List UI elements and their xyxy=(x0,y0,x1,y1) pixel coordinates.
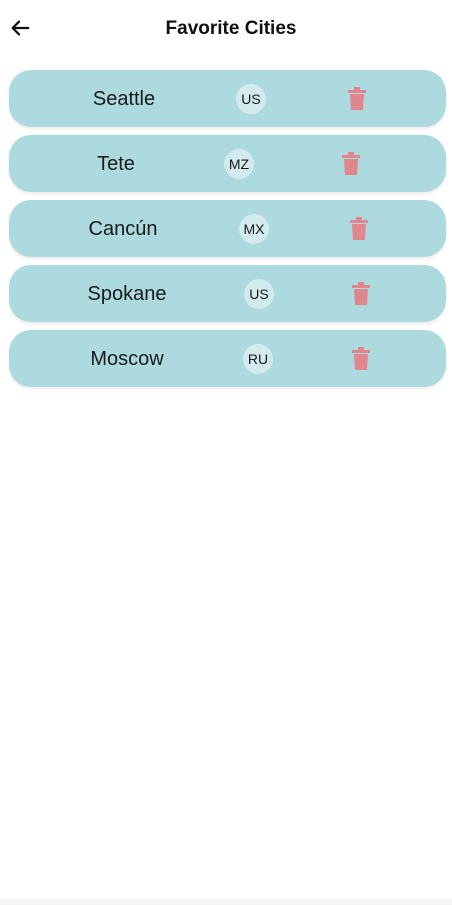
city-card[interactable]: Tete MZ xyxy=(9,135,446,192)
delete-button[interactable] xyxy=(347,87,367,111)
city-card[interactable]: Moscow RU xyxy=(9,330,446,387)
country-code-badge: US xyxy=(244,279,274,309)
bottom-edge xyxy=(0,899,452,905)
city-name: Seattle xyxy=(92,88,156,110)
app-header: Favorite Cities xyxy=(0,0,452,60)
trash-icon xyxy=(352,282,370,305)
country-code-badge: RU xyxy=(243,344,273,374)
delete-button[interactable] xyxy=(341,152,361,176)
city-card[interactable]: Spokane US xyxy=(9,265,446,322)
favorite-cities-list: Seattle US Tete MZ Cancún MX Spokane US … xyxy=(9,70,446,395)
city-name: Moscow xyxy=(90,348,164,370)
country-code-badge: MZ xyxy=(224,149,254,179)
trash-icon xyxy=(352,347,370,370)
city-name: Cancún xyxy=(88,218,158,240)
delete-button[interactable] xyxy=(351,347,371,371)
country-code-badge: US xyxy=(236,84,266,114)
trash-icon xyxy=(342,152,360,175)
city-card[interactable]: Cancún MX xyxy=(9,200,446,257)
page-title: Favorite Cities xyxy=(165,18,297,39)
country-code-badge: MX xyxy=(239,214,269,244)
city-name: Tete xyxy=(97,153,135,175)
delete-button[interactable] xyxy=(351,282,371,306)
trash-icon xyxy=(348,87,366,110)
city-card[interactable]: Seattle US xyxy=(9,70,446,127)
trash-icon xyxy=(350,217,368,240)
city-name: Spokane xyxy=(87,283,167,305)
delete-button[interactable] xyxy=(349,217,369,241)
